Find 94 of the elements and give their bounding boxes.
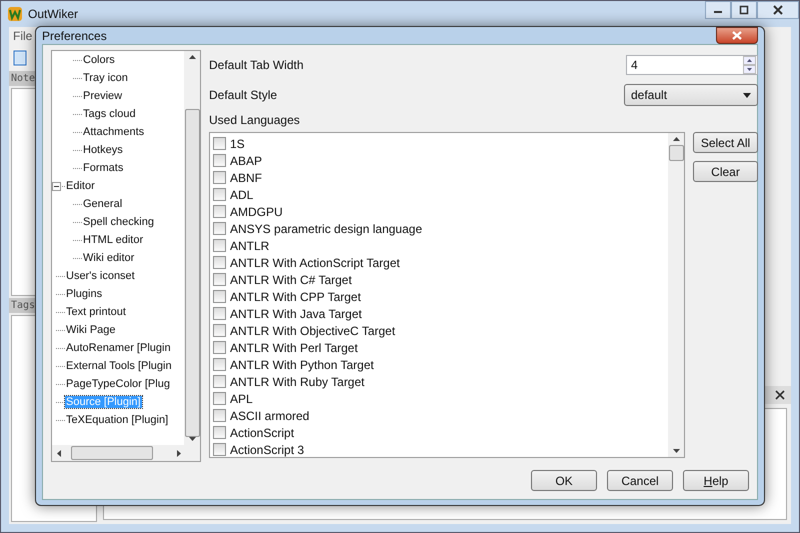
tree-item[interactable]: External Tools [Plugin — [65, 360, 173, 372]
scroll-right-icon[interactable] — [177, 450, 181, 456]
scroll-thumb[interactable] — [184, 108, 200, 438]
checkbox[interactable] — [213, 273, 226, 286]
language-label: ActionScript — [230, 426, 294, 440]
close-icon[interactable] — [775, 390, 785, 400]
checkbox[interactable] — [213, 188, 226, 201]
tree-item[interactable]: Spell checking — [82, 216, 155, 228]
tab-width-spinner[interactable]: 4 — [626, 55, 758, 75]
maximize-button[interactable] — [731, 1, 757, 19]
language-label: APL — [230, 392, 253, 406]
language-label: ANTLR — [230, 238, 270, 252]
checkbox[interactable] — [213, 205, 226, 218]
tree-item[interactable]: Preview — [82, 90, 124, 102]
checkbox[interactable] — [213, 375, 226, 388]
tree-item[interactable]: General — [82, 198, 124, 210]
app-logo-icon — [7, 6, 23, 22]
vertical-scrollbar[interactable] — [184, 51, 200, 445]
checkbox[interactable] — [213, 358, 226, 371]
language-label: ASCII armored — [230, 408, 310, 422]
checkbox[interactable] — [213, 307, 226, 320]
language-label: ActionScript 3 — [230, 442, 304, 456]
checkbox[interactable] — [213, 426, 226, 439]
checkbox[interactable] — [213, 222, 226, 235]
tree-item[interactable]: Formats — [82, 162, 124, 174]
tree-item[interactable]: User's iconset — [65, 270, 136, 282]
tree-item[interactable]: Attachments — [82, 126, 146, 138]
spin-up-icon[interactable] — [743, 56, 756, 65]
scroll-thumb[interactable] — [70, 446, 154, 460]
checkbox[interactable] — [213, 341, 226, 354]
language-label: ANTLR With Python Target — [230, 358, 374, 372]
list-action-button[interactable]: Clear — [693, 161, 758, 182]
checkbox[interactable] — [213, 171, 226, 184]
scroll-thumb[interactable] — [668, 145, 684, 161]
list-action-button[interactable]: Select All — [693, 132, 758, 153]
language-label: ANTLR With Perl Target — [230, 340, 358, 354]
tree-item[interactable]: Wiki Page — [65, 324, 117, 336]
tree-item[interactable]: AutoRenamer [Plugin — [65, 342, 172, 354]
language-label: ANSYS parametric design language — [230, 222, 422, 236]
dialog-button[interactable]: Help — [683, 470, 749, 491]
language-label: ANTLR With CPP Target — [230, 290, 361, 304]
maximize-icon — [739, 5, 749, 15]
tree-item[interactable]: HTML editor — [82, 234, 144, 246]
tree-item[interactable]: PageTypeColor [Plug — [65, 378, 171, 390]
tree-toggle-icon[interactable] — [52, 182, 61, 190]
dropdown-caret-icon — [743, 92, 751, 98]
close-button[interactable] — [757, 1, 799, 19]
spin-down-icon[interactable] — [743, 65, 756, 74]
language-label: ABAP — [230, 154, 262, 168]
dialog-button[interactable]: OK — [531, 470, 597, 491]
scroll-left-icon[interactable] — [57, 450, 61, 456]
scroll-down-icon[interactable] — [672, 449, 680, 453]
language-label: ABNF — [230, 170, 262, 184]
checkbox[interactable] — [213, 290, 226, 303]
style-dropdown[interactable]: default — [624, 84, 758, 106]
close-icon — [773, 5, 783, 15]
language-label: ANTLR With ActionScript Target — [230, 256, 400, 270]
tree-item[interactable]: Plugins — [65, 288, 104, 300]
field-label: Default Tab Width — [209, 58, 304, 72]
checkbox[interactable] — [213, 239, 226, 252]
checkbox[interactable] — [213, 392, 226, 405]
language-label: 1S — [230, 136, 245, 150]
checkbox[interactable] — [213, 443, 226, 456]
language-label: AMDGPU — [230, 204, 283, 218]
section-label: Used Languages — [209, 113, 301, 127]
minimize-button[interactable] — [705, 1, 731, 19]
language-label: ANTLR With Java Target — [230, 306, 362, 320]
tree-item[interactable]: TeXEquation [Plugin] — [65, 414, 170, 426]
checkbox[interactable] — [213, 324, 226, 337]
language-label: ADL — [230, 188, 254, 202]
checkbox[interactable] — [213, 137, 226, 150]
window-title: OutWiker — [28, 7, 78, 21]
tree-item[interactable]: Tags cloud — [82, 108, 137, 120]
tree-item[interactable]: Hotkeys — [82, 144, 124, 156]
dialog-button[interactable]: Cancel — [607, 470, 673, 491]
checkbox[interactable] — [213, 409, 226, 422]
document-icon[interactable] — [13, 50, 27, 66]
language-label: ANTLR With ObjectiveC Target — [230, 324, 396, 338]
checkbox[interactable] — [213, 256, 226, 269]
scroll-up-icon[interactable] — [672, 137, 680, 141]
horizontal-scrollbar[interactable] — [52, 445, 200, 461]
language-label: ANTLR With Ruby Target — [230, 374, 364, 388]
field-label: Default Style — [209, 88, 278, 102]
tree-item[interactable]: Wiki editor — [82, 252, 136, 264]
language-label: ANTLR With C# Target — [230, 272, 352, 286]
menu-item[interactable]: File — [13, 29, 32, 43]
close-button[interactable] — [716, 27, 758, 44]
scroll-up-icon[interactable] — [188, 55, 196, 59]
checkbox[interactable] — [213, 154, 226, 167]
vertical-scrollbar[interactable] — [668, 133, 684, 457]
dialog-title: Preferences — [42, 28, 107, 42]
tree-item[interactable]: Editor — [65, 180, 96, 192]
tree-item[interactable]: Colors — [82, 54, 116, 66]
close-icon — [732, 31, 742, 40]
